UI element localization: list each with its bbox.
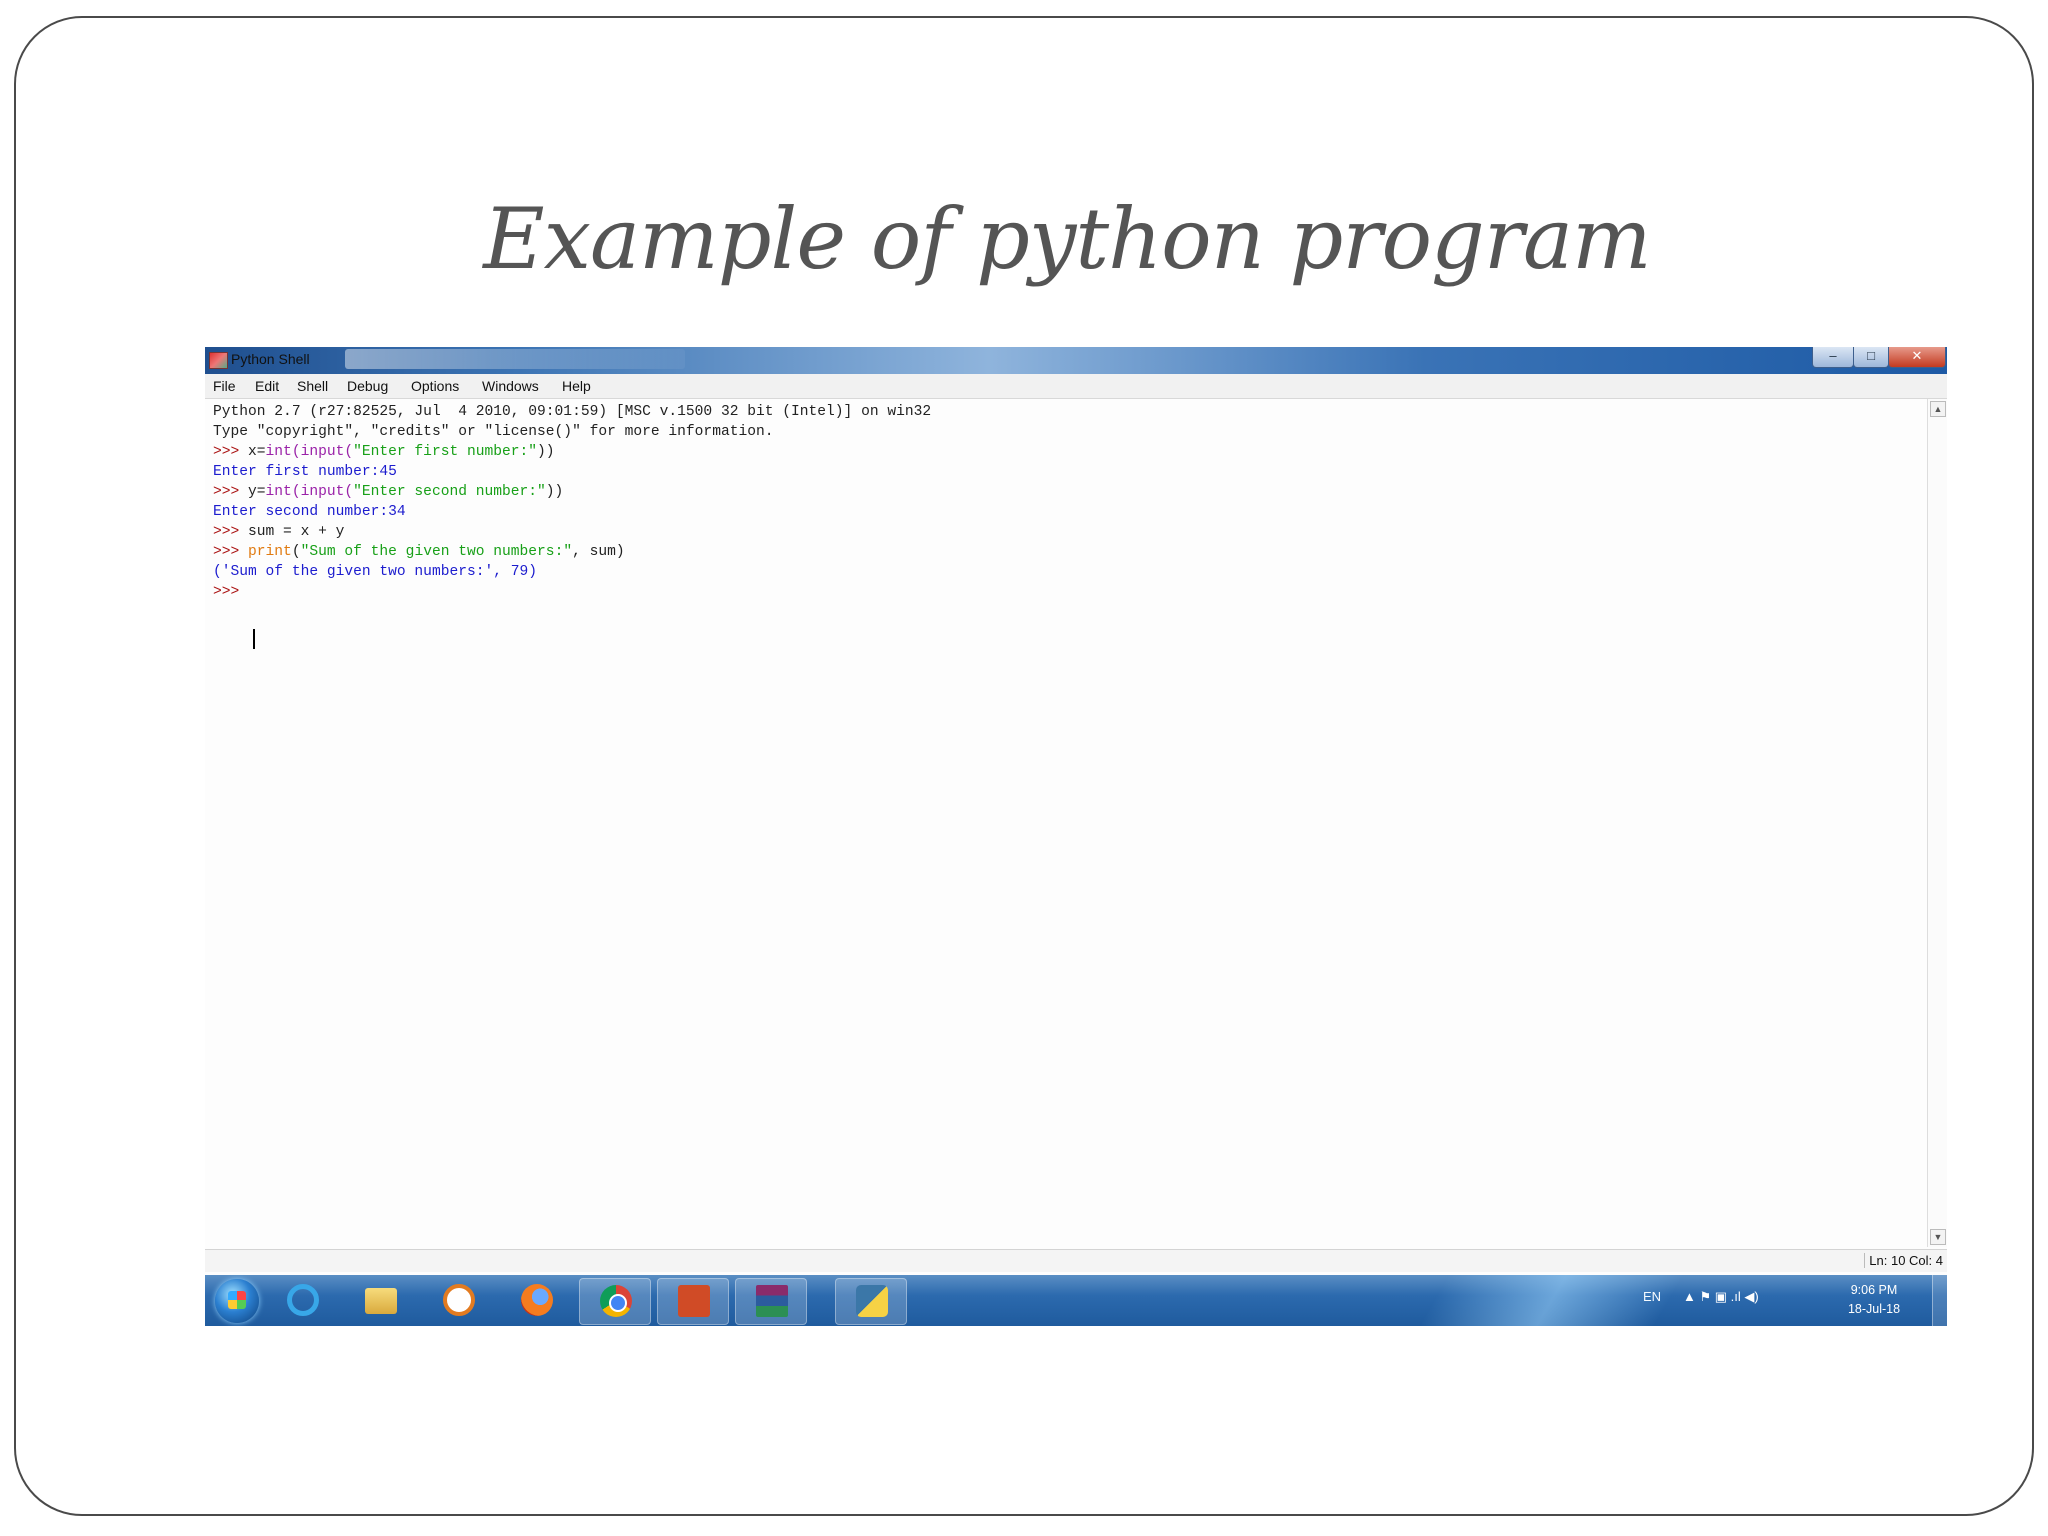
current-prompt[interactable]: >>>: [213, 583, 248, 601]
taskbar-chrome[interactable]: [579, 1278, 651, 1325]
taskbar-media-player[interactable]: [423, 1278, 493, 1323]
internet-explorer-icon: [287, 1284, 319, 1316]
tray-icons[interactable]: ▲ ⚑ ▣ .ıl ◀): [1683, 1289, 1759, 1305]
text-cursor: [253, 629, 255, 649]
output-line-1: Enter first number:45: [213, 464, 397, 480]
clock-time: 9:06 PM: [1850, 1283, 1898, 1297]
menu-options[interactable]: Options: [411, 378, 459, 394]
system-clock[interactable]: 9:06 PM 18-Jul-18: [1839, 1281, 1909, 1319]
code-text: )): [537, 444, 555, 460]
status-bar: Ln: 10 Col: 4: [205, 1249, 1947, 1272]
menu-file[interactable]: File: [213, 378, 236, 394]
menu-bar: File Edit Shell Debug Options Windows He…: [205, 374, 1947, 399]
code-text: (: [291, 544, 301, 560]
clock-date: 18-Jul-18: [1847, 1302, 1901, 1316]
menu-debug[interactable]: Debug: [347, 378, 388, 394]
code-text: )): [545, 484, 564, 500]
taskbar-internet-explorer[interactable]: [267, 1278, 337, 1323]
code-text: y=: [248, 484, 266, 500]
code-text: sum = x + y: [248, 524, 345, 540]
scroll-down-arrow-icon[interactable]: ▼: [1930, 1229, 1946, 1245]
firefox-icon: [521, 1284, 553, 1316]
keyword-text: print: [248, 544, 292, 560]
output-line-3: ('Sum of the given two numbers:', 79): [213, 564, 538, 580]
output-line-2: Enter second number:34: [213, 504, 406, 520]
window-title: Python Shell: [231, 351, 310, 367]
string-literal: "Sum of the given two numbers:": [300, 544, 573, 560]
screenshot: Python Shell – □ ✕ File Edit Shell Debug…: [205, 347, 1947, 1326]
folder-icon: [365, 1288, 397, 1314]
prompt: >>>: [213, 544, 249, 560]
taskbar-powerpoint[interactable]: [657, 1278, 729, 1325]
menu-help[interactable]: Help: [562, 378, 591, 394]
command-line-2: >>> y=int(input("Enter second number:")): [213, 483, 563, 501]
command-line-3: >>> sum = x + y: [213, 523, 344, 541]
python-icon: [856, 1285, 888, 1317]
code-text: x=: [248, 444, 266, 460]
menu-windows[interactable]: Windows: [482, 378, 539, 394]
shell-output-area[interactable]: Python 2.7 (r27:82525, Jul 4 2010, 09:01…: [205, 399, 1925, 1247]
windows-logo-icon: [228, 1291, 246, 1309]
windows-taskbar: EN ▲ ⚑ ▣ .ıl ◀) 9:06 PM 18-Jul-18: [205, 1275, 1947, 1326]
menu-shell[interactable]: Shell: [297, 378, 328, 394]
media-player-icon: [443, 1284, 475, 1316]
command-line-4: >>> print("Sum of the given two numbers:…: [213, 543, 625, 561]
minimize-button[interactable]: –: [1812, 347, 1854, 368]
close-button[interactable]: ✕: [1888, 347, 1946, 368]
slide-title: Example of python program: [483, 190, 1651, 288]
scroll-up-arrow-icon[interactable]: ▲: [1930, 401, 1946, 417]
taskbar-file-explorer[interactable]: [345, 1278, 415, 1323]
show-desktop-button[interactable]: [1932, 1275, 1947, 1326]
taskbar-winrar[interactable]: [735, 1278, 807, 1325]
banner-line-2: Type "copyright", "credits" or "license(…: [213, 424, 774, 440]
prompt: >>>: [213, 444, 249, 460]
winrar-icon: [756, 1285, 788, 1317]
string-literal: "Enter second number:": [353, 484, 546, 500]
python-idle-icon: [209, 352, 228, 369]
prompt: >>>: [213, 524, 249, 540]
code-text: , sum): [572, 544, 625, 560]
string-literal: "Enter first number:": [353, 444, 538, 460]
builtin-text: int(input(: [265, 484, 354, 500]
builtin-text: int(input(: [265, 444, 354, 460]
window-titlebar[interactable]: Python Shell – □ ✕: [205, 347, 1947, 374]
powerpoint-icon: [678, 1285, 710, 1317]
cursor-position: Ln: 10 Col: 4: [1864, 1253, 1943, 1268]
command-line-1: >>> x=int(input("Enter first number:")): [213, 443, 555, 461]
taskbar-firefox[interactable]: [501, 1278, 571, 1323]
prompt: >>>: [213, 484, 249, 500]
banner-line-1: Python 2.7 (r27:82525, Jul 4 2010, 09:01…: [213, 404, 932, 420]
start-button[interactable]: [215, 1279, 259, 1323]
language-indicator[interactable]: EN: [1643, 1289, 1661, 1304]
menu-edit[interactable]: Edit: [255, 378, 279, 394]
vertical-scrollbar[interactable]: ▲ ▼: [1927, 399, 1947, 1247]
chrome-icon: [600, 1285, 632, 1317]
taskbar-python-idle[interactable]: [835, 1278, 907, 1325]
titlebar-glare: [345, 349, 685, 369]
maximize-button[interactable]: □: [1853, 347, 1889, 368]
